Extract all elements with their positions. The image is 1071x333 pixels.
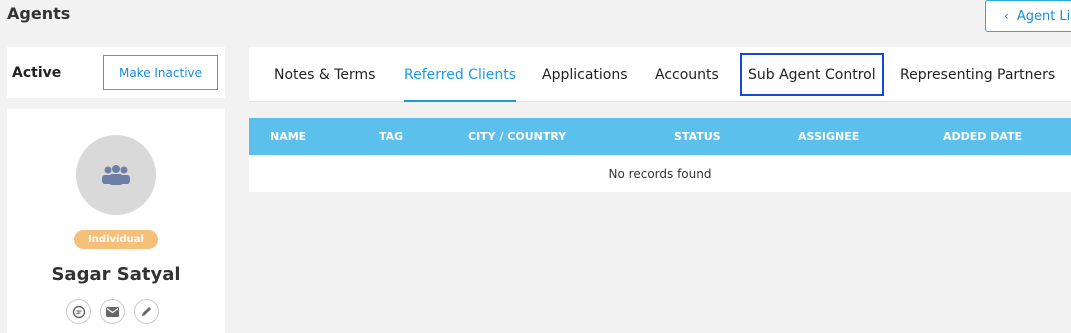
- column-assignee[interactable]: ASSIGNEE: [798, 118, 859, 155]
- column-status[interactable]: STATUS: [674, 118, 721, 155]
- agent-list-label: Agent List: [1016, 8, 1071, 24]
- tab-bar: Notes & Terms Referred Clients Applicati…: [249, 47, 1071, 102]
- agent-name: Sagar Satyal: [51, 264, 181, 285]
- column-added-date[interactable]: ADDED DATE: [943, 118, 1022, 155]
- main-panel: Notes & Terms Referred Clients Applicati…: [249, 47, 1071, 192]
- edit-button[interactable]: [134, 299, 159, 324]
- mail-icon: [106, 306, 119, 317]
- chevron-left-icon: ‹: [1004, 9, 1009, 23]
- column-tag[interactable]: TAG: [379, 118, 403, 155]
- tab-sub-agent-control[interactable]: Sub Agent Control: [740, 53, 884, 96]
- column-city-country[interactable]: CITY / COUNTRY: [468, 118, 566, 155]
- page-title: Agents: [7, 4, 71, 23]
- column-name[interactable]: NAME: [270, 118, 306, 155]
- tab-applications[interactable]: Applications: [542, 47, 628, 102]
- agent-list-button[interactable]: ‹ Agent List: [985, 0, 1071, 32]
- agent-type-badge: Individual: [74, 230, 158, 249]
- mail-button[interactable]: [100, 299, 125, 324]
- status-panel: Active Make Inactive: [7, 47, 225, 98]
- avatar: [76, 135, 156, 215]
- status-label: Active: [12, 64, 62, 81]
- tab-notes-terms[interactable]: Notes & Terms: [274, 47, 375, 102]
- chat-button[interactable]: [66, 299, 91, 324]
- chat-icon: [72, 305, 85, 318]
- group-icon: [102, 165, 130, 185]
- make-inactive-button[interactable]: Make Inactive: [103, 55, 218, 90]
- edit-icon: [142, 307, 151, 316]
- profile-actions: [66, 299, 159, 324]
- tab-representing-partners[interactable]: Representing Partners: [900, 47, 1055, 102]
- empty-state-message: No records found: [249, 155, 1071, 192]
- profile-card: Individual Sagar Satyal: [7, 109, 225, 333]
- table-header: NAME TAG CITY / COUNTRY STATUS ASSIGNEE …: [249, 118, 1071, 155]
- tab-referred-clients[interactable]: Referred Clients: [404, 47, 516, 102]
- tab-accounts[interactable]: Accounts: [655, 47, 719, 102]
